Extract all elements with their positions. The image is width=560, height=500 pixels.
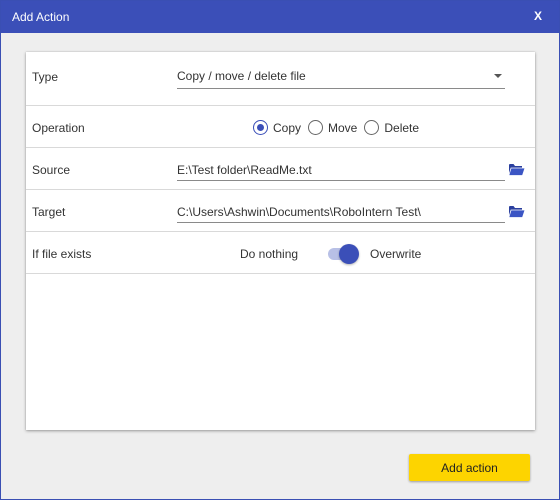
source-path-input[interactable] [177,159,505,181]
if-file-exists-row: If file exists Do nothing Overwrite [26,232,535,274]
toggle-thumb[interactable] [339,244,359,264]
source-label: Source [32,163,71,177]
target-path-input[interactable] [177,201,505,223]
operation-row: Operation Copy Move Delete [26,106,535,148]
target-row: Target [26,190,535,232]
operation-radio-group: Copy Move Delete [253,120,426,135]
overwrite-toggle-group: Do nothing Overwrite [240,244,460,264]
if-file-exists-label: If file exists [32,247,92,261]
do-nothing-label: Do nothing [240,247,299,261]
title-bar: Add Action X [1,1,559,33]
radio-copy[interactable]: Copy [253,120,301,135]
type-row: Type Copy / move / delete file [26,52,535,106]
overwrite-label: Overwrite [370,247,422,261]
radio-delete-indicator[interactable] [364,120,380,135]
type-label: Type [32,70,59,84]
overwrite-toggle[interactable] [326,244,360,264]
type-dropdown[interactable]: Copy / move / delete file [177,67,505,89]
close-button[interactable]: X [531,9,545,23]
add-action-button[interactable]: Add action [409,454,530,481]
add-action-dialog: Add Action X Type Copy / move / delete f… [0,0,560,500]
folder-open-icon[interactable] [508,162,526,177]
window-title: Add Action [12,10,70,24]
radio-delete-label: Delete [384,120,420,135]
type-dropdown-value: Copy / move / delete file [177,69,306,83]
target-label: Target [32,205,66,219]
radio-copy-indicator[interactable] [253,120,268,135]
radio-move[interactable]: Move [308,120,357,135]
radio-move-label: Move [328,120,358,135]
operation-label: Operation [32,121,85,135]
radio-delete[interactable]: Delete [364,120,419,135]
radio-copy-label: Copy [273,120,302,135]
radio-move-indicator[interactable] [308,120,324,135]
chevron-down-icon [494,74,502,78]
action-form-card: Type Copy / move / delete file Operation… [26,52,535,430]
source-row: Source [26,148,535,190]
folder-open-icon[interactable] [508,204,526,219]
